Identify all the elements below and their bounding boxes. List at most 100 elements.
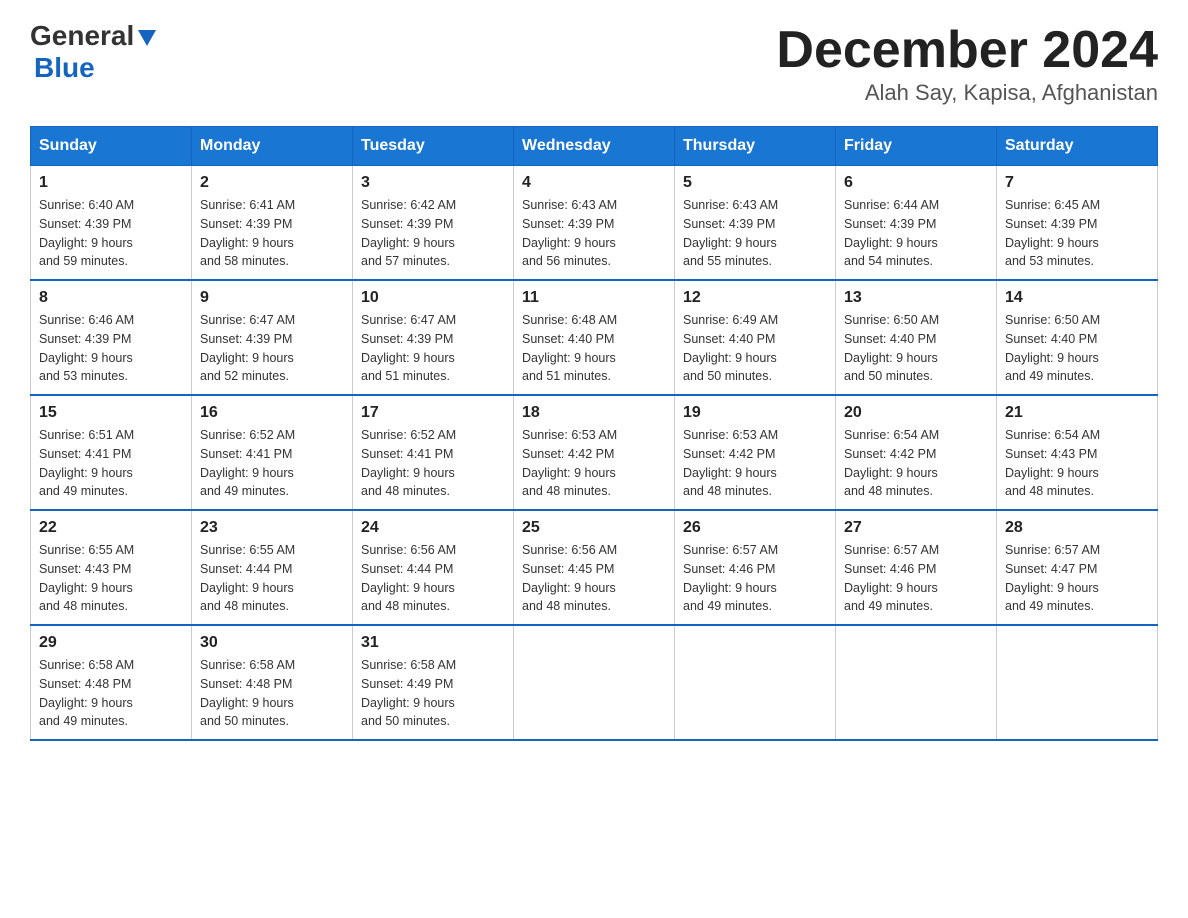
- day-info: Sunrise: 6:45 AM Sunset: 4:39 PM Dayligh…: [1005, 196, 1149, 271]
- page-header: General Blue December 2024 Alah Say, Kap…: [30, 20, 1158, 106]
- calendar-day-cell: [514, 625, 675, 740]
- day-number: 18: [522, 404, 666, 422]
- day-info: Sunrise: 6:40 AM Sunset: 4:39 PM Dayligh…: [39, 196, 183, 271]
- day-number: 2: [200, 174, 344, 192]
- calendar-day-cell: 6 Sunrise: 6:44 AM Sunset: 4:39 PM Dayli…: [836, 166, 997, 281]
- day-info: Sunrise: 6:54 AM Sunset: 4:42 PM Dayligh…: [844, 426, 988, 501]
- day-number: 21: [1005, 404, 1149, 422]
- day-number: 20: [844, 404, 988, 422]
- weekday-header: Friday: [836, 127, 997, 166]
- day-number: 28: [1005, 519, 1149, 537]
- calendar-day-cell: 4 Sunrise: 6:43 AM Sunset: 4:39 PM Dayli…: [514, 166, 675, 281]
- day-number: 5: [683, 174, 827, 192]
- day-number: 16: [200, 404, 344, 422]
- page-subtitle: Alah Say, Kapisa, Afghanistan: [776, 80, 1158, 106]
- day-number: 19: [683, 404, 827, 422]
- day-number: 13: [844, 289, 988, 307]
- calendar-day-cell: 25 Sunrise: 6:56 AM Sunset: 4:45 PM Dayl…: [514, 510, 675, 625]
- day-number: 29: [39, 634, 183, 652]
- day-info: Sunrise: 6:54 AM Sunset: 4:43 PM Dayligh…: [1005, 426, 1149, 501]
- calendar-day-cell: 14 Sunrise: 6:50 AM Sunset: 4:40 PM Dayl…: [997, 280, 1158, 395]
- day-number: 23: [200, 519, 344, 537]
- calendar-day-cell: 3 Sunrise: 6:42 AM Sunset: 4:39 PM Dayli…: [353, 166, 514, 281]
- calendar-day-cell: 21 Sunrise: 6:54 AM Sunset: 4:43 PM Dayl…: [997, 395, 1158, 510]
- calendar-day-cell: 9 Sunrise: 6:47 AM Sunset: 4:39 PM Dayli…: [192, 280, 353, 395]
- day-info: Sunrise: 6:47 AM Sunset: 4:39 PM Dayligh…: [200, 311, 344, 386]
- calendar-day-cell: 12 Sunrise: 6:49 AM Sunset: 4:40 PM Dayl…: [675, 280, 836, 395]
- day-info: Sunrise: 6:58 AM Sunset: 4:48 PM Dayligh…: [200, 656, 344, 731]
- logo-blue-text: Blue: [34, 52, 95, 83]
- day-number: 22: [39, 519, 183, 537]
- day-info: Sunrise: 6:56 AM Sunset: 4:45 PM Dayligh…: [522, 541, 666, 616]
- day-info: Sunrise: 6:53 AM Sunset: 4:42 PM Dayligh…: [683, 426, 827, 501]
- day-number: 4: [522, 174, 666, 192]
- day-info: Sunrise: 6:43 AM Sunset: 4:39 PM Dayligh…: [522, 196, 666, 271]
- day-info: Sunrise: 6:42 AM Sunset: 4:39 PM Dayligh…: [361, 196, 505, 271]
- calendar-day-cell: 31 Sunrise: 6:58 AM Sunset: 4:49 PM Dayl…: [353, 625, 514, 740]
- day-info: Sunrise: 6:41 AM Sunset: 4:39 PM Dayligh…: [200, 196, 344, 271]
- calendar-day-cell: 23 Sunrise: 6:55 AM Sunset: 4:44 PM Dayl…: [192, 510, 353, 625]
- weekday-header: Thursday: [675, 127, 836, 166]
- calendar-day-cell: 22 Sunrise: 6:55 AM Sunset: 4:43 PM Dayl…: [31, 510, 192, 625]
- calendar-day-cell: 10 Sunrise: 6:47 AM Sunset: 4:39 PM Dayl…: [353, 280, 514, 395]
- logo: General Blue: [30, 20, 158, 84]
- day-info: Sunrise: 6:50 AM Sunset: 4:40 PM Dayligh…: [1005, 311, 1149, 386]
- logo-general-text: General: [30, 20, 134, 52]
- calendar-week-row: 1 Sunrise: 6:40 AM Sunset: 4:39 PM Dayli…: [31, 166, 1158, 281]
- calendar-day-cell: 8 Sunrise: 6:46 AM Sunset: 4:39 PM Dayli…: [31, 280, 192, 395]
- day-number: 10: [361, 289, 505, 307]
- day-info: Sunrise: 6:52 AM Sunset: 4:41 PM Dayligh…: [200, 426, 344, 501]
- calendar-day-cell: 15 Sunrise: 6:51 AM Sunset: 4:41 PM Dayl…: [31, 395, 192, 510]
- calendar-day-cell: 2 Sunrise: 6:41 AM Sunset: 4:39 PM Dayli…: [192, 166, 353, 281]
- calendar-week-row: 29 Sunrise: 6:58 AM Sunset: 4:48 PM Dayl…: [31, 625, 1158, 740]
- calendar-day-cell: 24 Sunrise: 6:56 AM Sunset: 4:44 PM Dayl…: [353, 510, 514, 625]
- calendar-day-cell: 20 Sunrise: 6:54 AM Sunset: 4:42 PM Dayl…: [836, 395, 997, 510]
- weekday-header: Saturday: [997, 127, 1158, 166]
- day-number: 24: [361, 519, 505, 537]
- calendar-week-row: 8 Sunrise: 6:46 AM Sunset: 4:39 PM Dayli…: [31, 280, 1158, 395]
- day-number: 26: [683, 519, 827, 537]
- calendar-day-cell: 16 Sunrise: 6:52 AM Sunset: 4:41 PM Dayl…: [192, 395, 353, 510]
- day-info: Sunrise: 6:55 AM Sunset: 4:43 PM Dayligh…: [39, 541, 183, 616]
- calendar-table: SundayMondayTuesdayWednesdayThursdayFrid…: [30, 126, 1158, 741]
- day-number: 12: [683, 289, 827, 307]
- day-info: Sunrise: 6:57 AM Sunset: 4:46 PM Dayligh…: [844, 541, 988, 616]
- day-number: 30: [200, 634, 344, 652]
- day-number: 27: [844, 519, 988, 537]
- day-number: 6: [844, 174, 988, 192]
- calendar-day-cell: 30 Sunrise: 6:58 AM Sunset: 4:48 PM Dayl…: [192, 625, 353, 740]
- calendar-day-cell: [836, 625, 997, 740]
- day-info: Sunrise: 6:57 AM Sunset: 4:46 PM Dayligh…: [683, 541, 827, 616]
- calendar-day-cell: 27 Sunrise: 6:57 AM Sunset: 4:46 PM Dayl…: [836, 510, 997, 625]
- calendar-day-cell: 28 Sunrise: 6:57 AM Sunset: 4:47 PM Dayl…: [997, 510, 1158, 625]
- day-number: 7: [1005, 174, 1149, 192]
- day-number: 17: [361, 404, 505, 422]
- day-info: Sunrise: 6:44 AM Sunset: 4:39 PM Dayligh…: [844, 196, 988, 271]
- calendar-header-row: SundayMondayTuesdayWednesdayThursdayFrid…: [31, 127, 1158, 166]
- weekday-header: Tuesday: [353, 127, 514, 166]
- title-block: December 2024 Alah Say, Kapisa, Afghanis…: [776, 20, 1158, 106]
- calendar-day-cell: 29 Sunrise: 6:58 AM Sunset: 4:48 PM Dayl…: [31, 625, 192, 740]
- calendar-day-cell: 18 Sunrise: 6:53 AM Sunset: 4:42 PM Dayl…: [514, 395, 675, 510]
- calendar-day-cell: 11 Sunrise: 6:48 AM Sunset: 4:40 PM Dayl…: [514, 280, 675, 395]
- day-number: 3: [361, 174, 505, 192]
- day-info: Sunrise: 6:49 AM Sunset: 4:40 PM Dayligh…: [683, 311, 827, 386]
- day-number: 9: [200, 289, 344, 307]
- day-number: 14: [1005, 289, 1149, 307]
- weekday-header: Wednesday: [514, 127, 675, 166]
- day-number: 8: [39, 289, 183, 307]
- day-info: Sunrise: 6:53 AM Sunset: 4:42 PM Dayligh…: [522, 426, 666, 501]
- weekday-header: Monday: [192, 127, 353, 166]
- day-number: 15: [39, 404, 183, 422]
- logo-triangle-icon: [136, 26, 158, 48]
- calendar-day-cell: 7 Sunrise: 6:45 AM Sunset: 4:39 PM Dayli…: [997, 166, 1158, 281]
- calendar-day-cell: [997, 625, 1158, 740]
- day-info: Sunrise: 6:48 AM Sunset: 4:40 PM Dayligh…: [522, 311, 666, 386]
- calendar-day-cell: 17 Sunrise: 6:52 AM Sunset: 4:41 PM Dayl…: [353, 395, 514, 510]
- day-number: 11: [522, 289, 666, 307]
- calendar-week-row: 15 Sunrise: 6:51 AM Sunset: 4:41 PM Dayl…: [31, 395, 1158, 510]
- day-number: 25: [522, 519, 666, 537]
- day-info: Sunrise: 6:58 AM Sunset: 4:49 PM Dayligh…: [361, 656, 505, 731]
- calendar-day-cell: 26 Sunrise: 6:57 AM Sunset: 4:46 PM Dayl…: [675, 510, 836, 625]
- calendar-day-cell: [675, 625, 836, 740]
